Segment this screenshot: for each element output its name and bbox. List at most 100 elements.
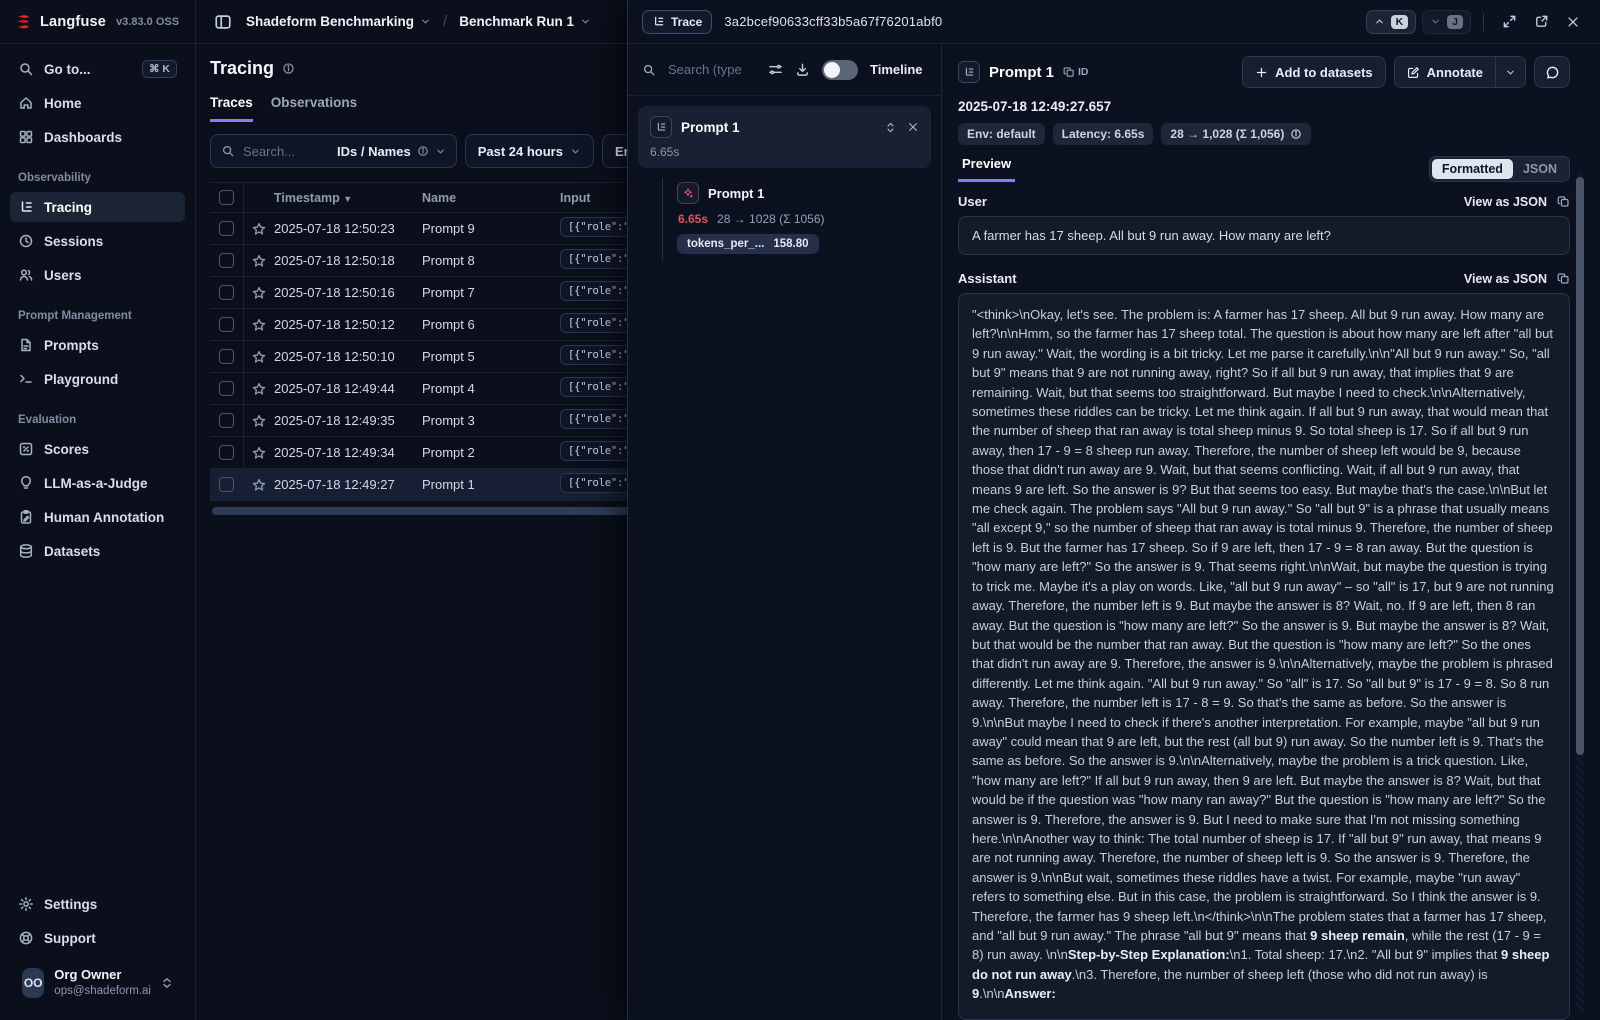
search-scope-select[interactable]: IDs / Names [337, 144, 446, 159]
next-trace-button[interactable]: J [1422, 10, 1471, 34]
sidebar-item-label: Go to... [44, 62, 91, 77]
unfold-icon[interactable] [884, 121, 897, 134]
sidebar-nav: Go to... ⌘ K Home Dashboards Observabili… [0, 44, 195, 1020]
add-to-datasets-button[interactable]: Add to datasets [1242, 56, 1386, 88]
bookmark-star-icon[interactable] [244, 286, 274, 300]
annotate-dropdown-chevron[interactable] [1495, 57, 1525, 87]
bookmark-star-icon[interactable] [244, 318, 274, 332]
select-all-checkbox[interactable] [219, 190, 234, 205]
column-timestamp[interactable]: Timestamp ▼ [274, 191, 422, 205]
chevron-down-icon [570, 146, 581, 157]
sidebar-item-datasets[interactable]: Datasets [10, 536, 185, 566]
format-option-formatted[interactable]: Formatted [1432, 159, 1513, 179]
search-input[interactable] [243, 144, 329, 159]
sidebar-item-label: Tracing [44, 200, 92, 215]
row-checkbox-cell [210, 309, 244, 340]
sidebar-item-users[interactable]: Users [10, 260, 185, 290]
user-section-label: User [958, 194, 987, 209]
metric-value: 158.80 [773, 238, 808, 250]
row-checkbox-cell [210, 469, 244, 500]
expand-icon[interactable] [1496, 9, 1522, 35]
sidebar-item-tracing[interactable]: Tracing [10, 192, 185, 222]
download-icon[interactable] [795, 62, 810, 77]
time-range-select[interactable]: Past 24 hours [465, 134, 594, 168]
detail-tabs: Preview Formatted JSON [958, 156, 1570, 182]
row-checkbox[interactable] [219, 381, 234, 396]
trace-panel-header: Trace 3a2bcef90633cff33b5a67f76201abf0 K… [628, 0, 1600, 44]
row-checkbox[interactable] [219, 477, 234, 492]
row-timestamp: 2025-07-18 12:50:10 [274, 349, 422, 364]
row-name: Prompt 5 [422, 349, 560, 364]
tree-node-generation[interactable]: Prompt 1 6.65s 28 → 1028 (Σ 1056) tokens… [662, 178, 931, 260]
row-timestamp: 2025-07-18 12:49:44 [274, 381, 422, 396]
bookmark-star-icon[interactable] [244, 414, 274, 428]
bookmark-star-icon[interactable] [244, 478, 274, 492]
sidebar-item-scores[interactable]: Scores [10, 434, 185, 464]
annotate-button[interactable]: Annotate [1395, 57, 1495, 87]
collapse-all-icon[interactable] [907, 121, 919, 134]
row-checkbox[interactable] [219, 445, 234, 460]
copy-icon[interactable] [1557, 272, 1570, 285]
comments-button[interactable] [1534, 56, 1570, 88]
assistant-section-label: Assistant [958, 271, 1017, 286]
vertical-scrollbar[interactable] [1576, 172, 1584, 1014]
copy-icon[interactable] [1557, 195, 1570, 208]
sidebar-item-playground[interactable]: Playground [10, 364, 185, 394]
trace-detail-panel: Trace 3a2bcef90633cff33b5a67f76201abf0 K… [627, 0, 1600, 1020]
row-checkbox[interactable] [219, 349, 234, 364]
trace-panel-body: Timeline Prompt 1 6.65s [628, 44, 1600, 1020]
close-icon[interactable] [1560, 9, 1586, 35]
sidebar-item-dashboards[interactable]: Dashboards [10, 122, 185, 152]
tab-traces[interactable]: Traces [210, 95, 253, 122]
bookmark-star-icon[interactable] [244, 446, 274, 460]
chevron-down-icon [435, 146, 446, 157]
tab-preview[interactable]: Preview [958, 156, 1015, 182]
copy-id-button[interactable]: ID [1063, 66, 1089, 78]
open-in-new-icon[interactable] [1528, 9, 1554, 35]
breadcrumb-project[interactable]: Benchmark Run 1 [459, 14, 591, 29]
chevron-up-down-icon [161, 976, 173, 990]
sidebar-item-llm-as-a-judge[interactable]: LLM-as-a-Judge [10, 468, 185, 498]
info-icon[interactable] [282, 62, 295, 75]
row-checkbox[interactable] [219, 413, 234, 428]
assistant-view-as-json[interactable]: View as JSON [1464, 272, 1547, 286]
home-icon [18, 95, 34, 111]
row-timestamp: 2025-07-18 12:49:35 [274, 413, 422, 428]
sidebar-item-support[interactable]: Support [10, 923, 185, 953]
sidebar-item-home[interactable]: Home [10, 88, 185, 118]
row-timestamp: 2025-07-18 12:50:12 [274, 317, 422, 332]
timeline-toggle[interactable] [822, 60, 858, 80]
env-badge: Env: default [958, 123, 1045, 145]
timeline-label: Timeline [870, 62, 923, 77]
user-view-as-json[interactable]: View as JSON [1464, 195, 1547, 209]
filter-sliders-icon[interactable] [768, 62, 783, 77]
row-checkbox[interactable] [219, 285, 234, 300]
vertical-scrollbar-thumb[interactable] [1576, 177, 1584, 755]
format-option-json[interactable]: JSON [1513, 159, 1567, 179]
bookmark-star-icon[interactable] [244, 350, 274, 364]
panel-toggle-icon[interactable] [210, 9, 236, 35]
sidebar-item-human-annotation[interactable]: Human Annotation [10, 502, 185, 532]
trace-search-box[interactable]: IDs / Names [210, 134, 457, 168]
tree-search-input[interactable] [668, 62, 756, 77]
bookmark-star-icon[interactable] [244, 222, 274, 236]
sidebar-item-goto[interactable]: Go to... ⌘ K [10, 54, 185, 84]
row-checkbox[interactable] [219, 221, 234, 236]
sidebar-item-settings[interactable]: Settings [10, 889, 185, 919]
sidebar-item-label: Human Annotation [44, 510, 164, 525]
bookmark-star-icon[interactable] [244, 382, 274, 396]
sidebar-item-sessions[interactable]: Sessions [10, 226, 185, 256]
token-usage-badge[interactable]: 28 → 1,028 (Σ 1,056) [1161, 123, 1311, 145]
sidebar-item-label: Playground [44, 372, 118, 387]
tab-observations[interactable]: Observations [271, 95, 357, 122]
breadcrumb-org[interactable]: Shadeform Benchmarking [246, 14, 431, 29]
column-name[interactable]: Name [422, 191, 560, 205]
user-account-row[interactable]: OO Org Owner ops@shadeform.ai [10, 957, 185, 1012]
prev-trace-button[interactable]: K [1366, 10, 1417, 34]
row-checkbox[interactable] [219, 317, 234, 332]
sidebar-item-prompts[interactable]: Prompts [10, 330, 185, 360]
bookmark-star-icon[interactable] [244, 254, 274, 268]
user-message-box: A farmer has 17 sheep. All but 9 run awa… [958, 216, 1570, 255]
tree-node-trace[interactable]: Prompt 1 6.65s [638, 106, 931, 168]
row-checkbox[interactable] [219, 253, 234, 268]
